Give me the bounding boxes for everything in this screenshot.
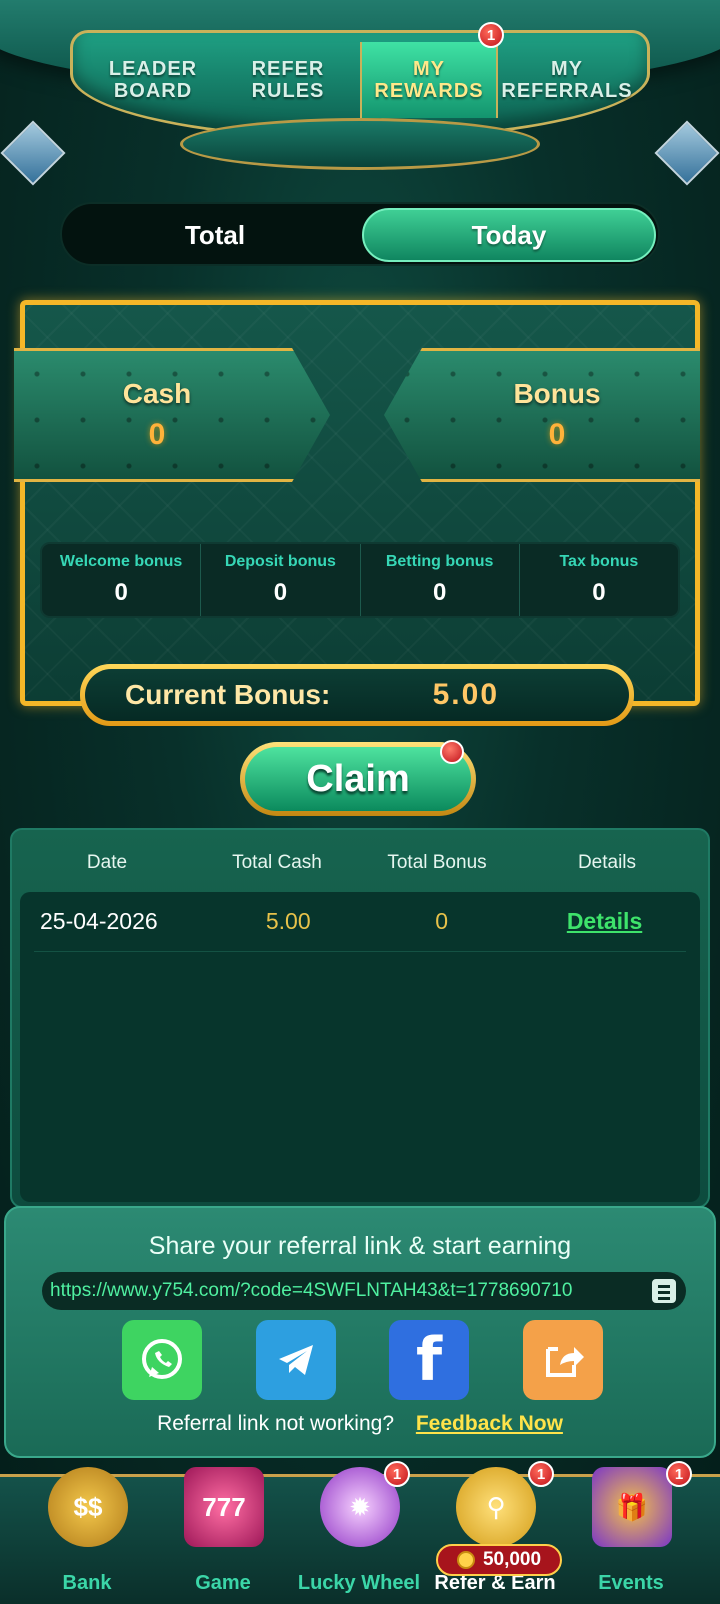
tab-label: REFER RULES xyxy=(251,58,325,102)
welcome-bonus-cell: Welcome bonus 0 xyxy=(42,544,202,616)
referral-link-field[interactable]: https://www.y754.com/?code=4SWFLNTAH43&t… xyxy=(42,1272,686,1310)
header-details: Details xyxy=(577,852,637,873)
facebook-share-button[interactable]: f xyxy=(389,1320,469,1400)
tab-label: MY REFERRALS xyxy=(501,58,633,102)
nav-events[interactable]: 🎁 Events 1 xyxy=(564,1461,698,1604)
referral-link-text: https://www.y754.com/?code=4SWFLNTAH43&t… xyxy=(50,1280,573,1301)
tab-leaderboard[interactable]: LEADER BOARD xyxy=(90,42,216,118)
row-date: 25-04-2026 xyxy=(40,908,158,934)
claim-button[interactable]: Claim xyxy=(240,740,476,816)
claim-label: Claim xyxy=(245,747,471,811)
table-header: Date Total Cash Total Bonus Details xyxy=(12,852,708,874)
whatsapp-share-button[interactable] xyxy=(122,1320,202,1400)
nav-label: Bank xyxy=(62,1572,112,1594)
stat-name: Betting bonus xyxy=(385,553,494,570)
cash-label: Cash xyxy=(122,378,192,409)
nav-bank[interactable]: $$ Bank xyxy=(20,1467,154,1604)
telegram-share-button[interactable] xyxy=(256,1320,336,1400)
coin-icon xyxy=(456,1551,475,1569)
bonus-card: Bonus 0 xyxy=(384,348,700,482)
stat-value: 0 xyxy=(273,579,288,606)
bottom-nav: $$ Bank 777 Game ✹ Lucky Wheel 1 ⚲ Refer… xyxy=(0,1461,720,1604)
current-bonus-label: Current Bonus: xyxy=(125,679,331,710)
tab-plate-decoration xyxy=(180,118,540,170)
table-row: 25-04-2026 5.00 0 Details xyxy=(34,892,686,952)
link-not-working-text: Referral link not working? xyxy=(157,1412,395,1435)
tab-label: LEADER BOARD xyxy=(108,58,198,102)
refer-reward-amount: 50,000 xyxy=(482,1549,542,1570)
tab-refer-rules[interactable]: REFER RULES xyxy=(218,42,358,118)
row-total-cash: 5.00 xyxy=(265,908,311,934)
bonus-breakdown: Welcome bonus 0 Deposit bonus 0 Betting … xyxy=(40,542,680,618)
rewards-table: Date Total Cash Total Bonus Details 25-0… xyxy=(10,828,710,1208)
current-bonus-value: 5.00 xyxy=(432,678,499,711)
notification-badge: 1 xyxy=(528,1461,554,1487)
refer-reward-pill: 50,000 xyxy=(436,1544,562,1576)
header-date: Date xyxy=(86,852,128,873)
nav-refer-earn[interactable]: ⚲ Refer & Earn 1 xyxy=(428,1461,562,1604)
tab-my-rewards[interactable]: MY REWARDS xyxy=(360,42,498,118)
tax-bonus-cell: Tax bonus 0 xyxy=(520,544,678,616)
telegram-icon xyxy=(279,1345,313,1375)
table-body: 25-04-2026 5.00 0 Details xyxy=(20,892,700,1202)
slot-machine-icon: 777 xyxy=(184,1467,264,1547)
share-title: Share your referral link & start earning xyxy=(148,1232,572,1260)
stat-name: Deposit bonus xyxy=(224,553,336,570)
share-panel: Share your referral link & start earning… xyxy=(4,1206,716,1458)
facebook-icon: f xyxy=(415,1325,443,1395)
stat-value: 0 xyxy=(592,579,606,606)
bonus-label: Bonus xyxy=(513,378,601,409)
diamond-decoration-icon xyxy=(0,120,66,186)
copy-icon[interactable] xyxy=(650,1277,678,1305)
share-button[interactable] xyxy=(523,1320,603,1400)
current-bonus-bar: Current Bonus: 5.00 xyxy=(80,664,634,726)
whatsapp-icon xyxy=(142,1339,182,1379)
feedback-row: Referral link not working? Feedback Now xyxy=(6,1412,714,1436)
nav-lucky-wheel[interactable]: ✹ Lucky Wheel 1 xyxy=(292,1461,426,1604)
details-link[interactable]: Details xyxy=(523,908,686,935)
notification-dot xyxy=(440,740,464,764)
row-total-bonus: 0 xyxy=(435,908,448,934)
nav-label: Game xyxy=(195,1572,251,1594)
nav-label: Lucky Wheel xyxy=(297,1572,421,1594)
share-icon xyxy=(546,1347,584,1377)
tab-label: MY REWARDS xyxy=(374,58,484,102)
bank-icon: $$ xyxy=(48,1467,128,1547)
notification-badge: 1 xyxy=(384,1461,410,1487)
refer-earn-icon: ⚲ xyxy=(456,1467,536,1547)
header-total-cash: Total Cash xyxy=(232,852,322,873)
feedback-now-link[interactable]: Feedback Now xyxy=(416,1412,563,1435)
header-total-bonus: Total Bonus xyxy=(387,852,487,873)
tab-my-referrals[interactable]: MY REFERRALS xyxy=(501,42,633,118)
notification-badge: 1 xyxy=(478,22,504,48)
toggle-today[interactable]: Today xyxy=(362,208,656,262)
stat-value: 0 xyxy=(114,579,128,606)
diamond-decoration-icon xyxy=(654,120,720,186)
bonus-value: 0 xyxy=(548,418,566,451)
top-tab-bar: LEADER BOARD REFER RULES MY REWARDS MY R… xyxy=(0,0,720,186)
cash-card: Cash 0 xyxy=(14,348,330,482)
gift-icon: 🎁 xyxy=(592,1467,672,1547)
period-toggle: Total Today xyxy=(60,202,660,266)
stat-name: Welcome bonus xyxy=(59,553,183,570)
nav-game[interactable]: 777 Game xyxy=(156,1467,290,1604)
current-bonus-inner: Current Bonus: 5.00 xyxy=(85,669,629,721)
cash-value: 0 xyxy=(148,418,166,451)
stat-value: 0 xyxy=(432,579,447,606)
stat-name: Tax bonus xyxy=(559,553,639,570)
toggle-total[interactable]: Total xyxy=(68,208,362,262)
notification-badge: 1 xyxy=(666,1461,692,1487)
betting-bonus-cell: Betting bonus 0 xyxy=(361,544,520,616)
nav-label: Events xyxy=(598,1572,664,1594)
deposit-bonus-cell: Deposit bonus 0 xyxy=(201,544,361,616)
